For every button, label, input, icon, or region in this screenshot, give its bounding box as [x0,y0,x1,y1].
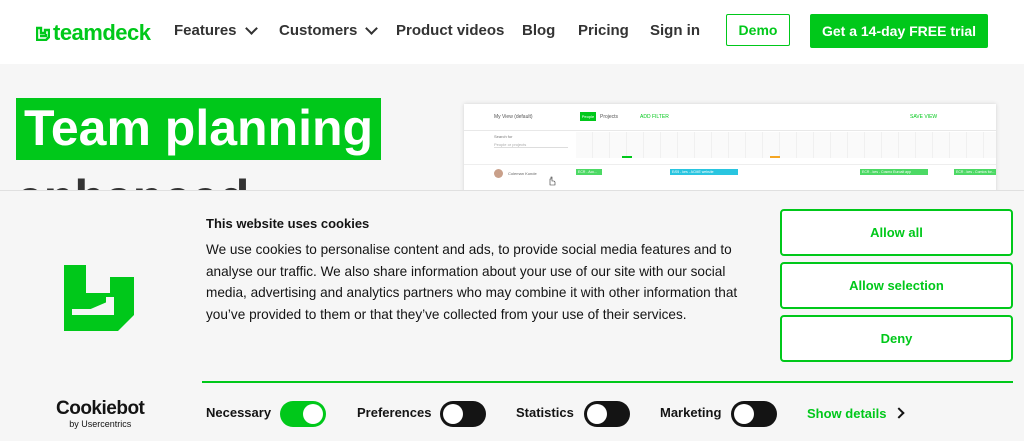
app-search-placeholder: People or projects [494,142,568,148]
app-holiday-marker [770,156,780,158]
app-person-name: Coleman Kunde [508,171,537,176]
nav-sign-in[interactable]: Sign in [650,22,700,39]
nav-customers[interactable]: Customers [279,22,379,39]
chevron-down-icon [365,22,379,35]
toggle-knob [734,404,754,424]
necessary-toggle[interactable] [280,401,326,427]
avatar [494,169,503,178]
demo-button[interactable]: Demo [726,14,790,46]
nav-product-videos-label: Product videos [396,22,505,39]
nav-features[interactable]: Features [174,22,258,39]
cookie-title: This website uses cookies [206,216,370,231]
marketing-toggle[interactable] [731,401,777,427]
app-person-row: Coleman Kunde ECR - Acc... E/05 - kes - … [464,164,996,185]
free-trial-button[interactable]: Get a 14-day FREE trial [810,14,988,48]
hero-headline-line1: Team planning [16,98,382,160]
necessary-label: Necessary [206,405,272,420]
nav-product-videos[interactable]: Product videos [396,22,504,39]
app-toggle-people: People [580,112,596,121]
app-preview-toolbar: My View (default) People Projects ADD FI… [464,104,996,131]
statistics-label: Statistics [516,405,574,420]
chevron-down-icon [244,22,258,35]
teamdeck-logo[interactable]: teamdeck [36,20,151,46]
allow-selection-button[interactable]: Allow selection [780,262,1013,309]
app-view-label: My View (default) [494,114,533,120]
logo-text: teamdeck [53,20,151,45]
allow-all-button[interactable]: Allow all [780,209,1013,256]
nav-pricing-label: Pricing [578,22,629,39]
cookie-divider [202,381,1013,383]
app-booking-bar: ECR - Acc... [576,169,602,175]
show-details-link[interactable]: Show details [807,406,886,421]
app-booking-bar: ECR - kes - Cosmo Euroalt app [860,169,928,175]
app-today-marker [622,156,632,158]
cookiebot-name: Cookiebot [56,398,145,419]
hero-section: Team planning enhanced My View (default)… [0,64,1024,190]
toggle-knob [587,404,607,424]
toggle-knob [303,404,323,424]
nav-customers-label: Customers [279,22,358,39]
nav-sign-in-label: Sign in [650,22,700,39]
nav-features-label: Features [174,22,237,39]
cookiebot-logo[interactable]: Cookiebot by Usercentrics [56,398,145,430]
preferences-label: Preferences [357,405,432,420]
app-booking-bar: ECR - kes - Comics for... [954,169,996,175]
nav-pricing[interactable]: Pricing [578,22,629,39]
app-save-view: SAVE VIEW [910,114,938,120]
cursor-hand-icon [549,176,556,186]
app-calendar-header [576,132,996,158]
site-header: teamdeck Features Customers Product vide… [0,0,1024,64]
nav-blog[interactable]: Blog [522,22,555,39]
app-add-filter: ADD FILTER [640,114,669,120]
nav-blog-label: Blog [522,22,556,39]
hero-headline-line2: enhanced [16,168,249,190]
preferences-toggle[interactable] [440,401,486,427]
statistics-toggle[interactable] [584,401,630,427]
app-search-label: Search for [494,134,513,139]
marketing-label: Marketing [660,405,722,420]
app-preview-screenshot: My View (default) People Projects ADD FI… [464,104,996,190]
teamdeck-logo-icon [36,26,50,41]
cookie-description: We use cookies to personalise content an… [206,242,738,322]
cookiebot-sub: by Usercentrics [69,419,132,429]
chevron-right-icon[interactable] [893,407,905,419]
teamdeck-cookie-logo-icon [64,265,134,331]
cookie-consent-banner: This website uses cookies We use cookies… [0,190,1024,441]
deny-button[interactable]: Deny [780,315,1013,362]
app-booking-bar: E/05 - kes - ACME website [670,169,738,175]
app-toggle-projects: Projects [600,114,619,120]
toggle-knob [443,404,463,424]
